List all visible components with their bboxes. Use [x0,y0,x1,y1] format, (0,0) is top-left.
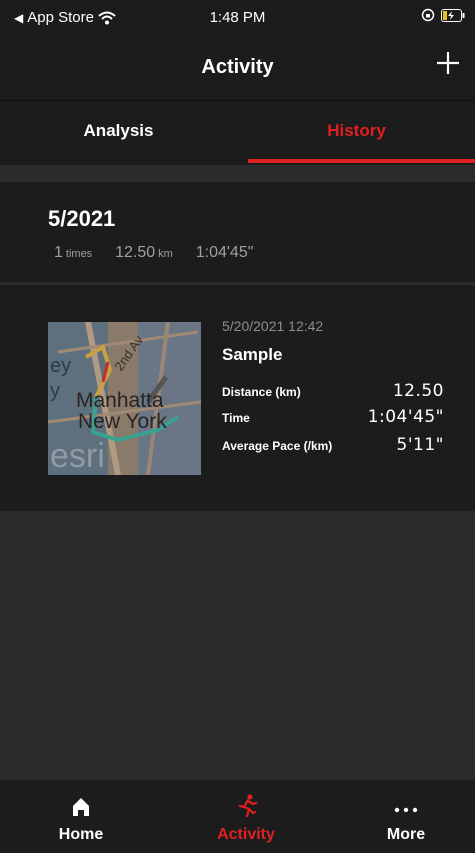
map-image: 2nd Av ey y Manhatta New York esri [48,322,201,475]
map-place-2: New York [78,410,167,433]
tab-history-label: History [327,121,386,140]
tab-analysis[interactable]: Analysis [0,101,237,165]
map-thumbnail: 2nd Av ey y Manhatta New York esri [48,322,201,475]
duration-value: 1:04'45" [195,244,254,261]
segment-tabs: Analysis History [0,100,475,165]
tabbar-more-label: More [386,826,426,843]
tabbar-more[interactable]: More [327,780,475,853]
activity-datetime: 5/20/2021 12:42 [222,318,324,334]
tab-analysis-label: Analysis [83,121,154,140]
esri-logo: esri [50,437,105,475]
time-row: Time 1:04'45" [222,407,444,429]
battery-charging-icon [441,8,465,22]
status-bar: ◀ App Store 1:48 PM [0,0,475,34]
map-place-1: Manhatta [76,389,164,412]
map-fragment-2: y [50,380,60,402]
active-tab-indicator [248,159,475,163]
distance-row: Distance (km) 12.50 [222,381,444,403]
distance-value: 12.50 [392,381,444,401]
time-label: Time [222,411,250,425]
count-value: 1 [54,244,63,261]
pace-row: Average Pace (/km) 5'11" [222,435,444,457]
more-dots-icon [394,807,418,813]
activity-name: Sample [222,345,283,364]
orientation-lock-icon [421,8,435,22]
distance-value: 12.50 [115,244,156,261]
tabbar-home-label: Home [58,826,104,843]
tabbar-activity[interactable]: Activity [167,780,325,853]
pace-value: 5'11" [396,435,444,455]
time-value: 1:04'45" [367,407,444,427]
month-stats: 1 times 12.50 km 1:04'45" [54,244,253,262]
status-time: 1:48 PM [209,9,266,26]
bottom-tab-bar: Home Activity More [0,780,475,853]
home-icon [73,798,89,816]
page-title: Activity [201,56,274,78]
map-fragment-1: ey [50,355,71,377]
activity-card[interactable]: 2nd Av ey y Manhatta New York esri 5/20/… [0,284,475,511]
tabbar-activity-label: Activity [217,826,275,843]
pace-label: Average Pace (/km) [222,439,333,453]
running-icon [238,794,258,818]
tab-history[interactable]: History [238,101,475,165]
month-title: 5/2021 [48,206,116,231]
tabbar-home[interactable]: Home [2,780,160,853]
month-summary: 5/2021 1 times 12.50 km 1:04'45" [0,182,475,282]
distance-label: Distance (km) [222,385,301,399]
distance-unit: km [158,248,173,260]
count-unit: times [65,248,93,260]
plus-icon[interactable] [433,48,463,78]
navigation-bar: Activity [0,34,475,100]
